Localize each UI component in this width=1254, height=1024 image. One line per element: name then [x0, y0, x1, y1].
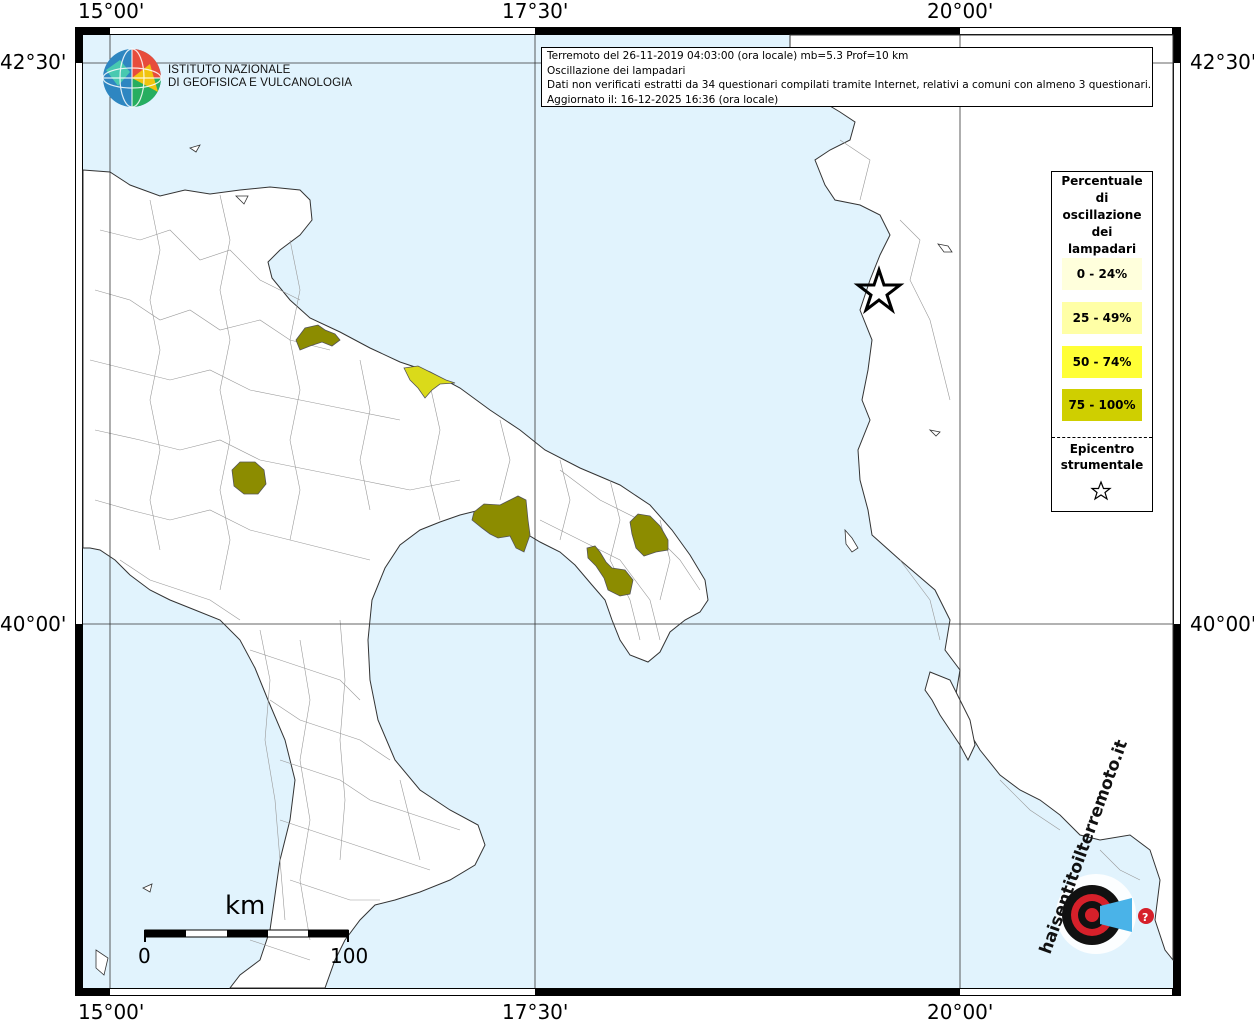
- legend-title: Percentuale di oscillazione dei lampadar…: [1052, 173, 1152, 258]
- lon-label-top-1: 15°00': [78, 0, 145, 23]
- event-info-box: Terremoto del 26-11-2019 04:03:00 (ora l…: [541, 47, 1153, 107]
- legend-title-line: dei: [1091, 225, 1113, 239]
- legend-epicenter-label: Epicentro strumentale: [1052, 441, 1152, 473]
- legend-item-label: 75 - 100%: [1068, 398, 1136, 412]
- lat-label-left-1: 42°30': [0, 50, 67, 74]
- legend-item-label: 50 - 74%: [1072, 355, 1132, 369]
- legend-separator: [1052, 437, 1152, 438]
- event-info-line2: Oscillazione dei lampadari: [547, 64, 686, 77]
- legend-title-line: lampadari: [1067, 242, 1137, 256]
- legend-title-line: Percentuale: [1061, 174, 1143, 188]
- event-info-line3: Dati non verificati estratti da 34 quest…: [547, 79, 1152, 91]
- legend-item-50-74: 50 - 74%: [1062, 346, 1142, 378]
- lon-label-bottom-2: 17°30': [502, 1000, 569, 1024]
- ingv-logo: [102, 48, 162, 108]
- legend-item-25-49: 25 - 49%: [1062, 302, 1142, 334]
- legend-epicenter-line: strumentale: [1060, 458, 1144, 472]
- ingv-name-line2: DI GEOFISICA E VULCANOLOGIA: [168, 77, 353, 89]
- legend-title-line: oscillazione: [1062, 208, 1142, 222]
- lat-label-left-2: 40°00': [0, 612, 67, 636]
- map-canvas: ? haisentitoilterremoto.it: [75, 27, 1181, 996]
- event-info-line4: Aggiornato il: 16-12-2025 16:36 (ora loc…: [547, 93, 779, 106]
- scale-max: 100: [330, 944, 369, 968]
- lon-label-top-3: 20°00': [927, 0, 994, 23]
- lon-label-bottom-1: 15°00': [78, 1000, 145, 1024]
- legend-title-line: di: [1095, 191, 1109, 205]
- ingv-name: ISTITUTO NAZIONALE DI GEOFISICA E VULCAN…: [168, 64, 352, 90]
- event-info-line1: Terremoto del 26-11-2019 04:03:00 (ora l…: [547, 50, 909, 62]
- lon-label-top-2: 17°30': [502, 0, 569, 23]
- legend-item-0-24: 0 - 24%: [1062, 258, 1142, 290]
- legend: Percentuale di oscillazione dei lampadar…: [1051, 171, 1153, 512]
- lon-label-bottom-3: 20°00': [927, 1000, 994, 1024]
- scale-min: 0: [138, 944, 151, 968]
- lat-label-right-1: 42°30': [1190, 50, 1254, 74]
- legend-epicenter-line: Epicentro: [1069, 442, 1135, 456]
- scale-unit: km: [225, 891, 266, 921]
- legend-item-label: 25 - 49%: [1072, 311, 1132, 325]
- legend-star-icon: [1090, 480, 1112, 501]
- lat-label-right-2: 40°00': [1190, 612, 1254, 636]
- legend-item-75-100: 75 - 100%: [1062, 389, 1142, 421]
- ingv-name-line1: ISTITUTO NAZIONALE: [168, 64, 291, 76]
- legend-item-label: 0 - 24%: [1076, 267, 1128, 281]
- svg-text:?: ?: [1142, 911, 1148, 924]
